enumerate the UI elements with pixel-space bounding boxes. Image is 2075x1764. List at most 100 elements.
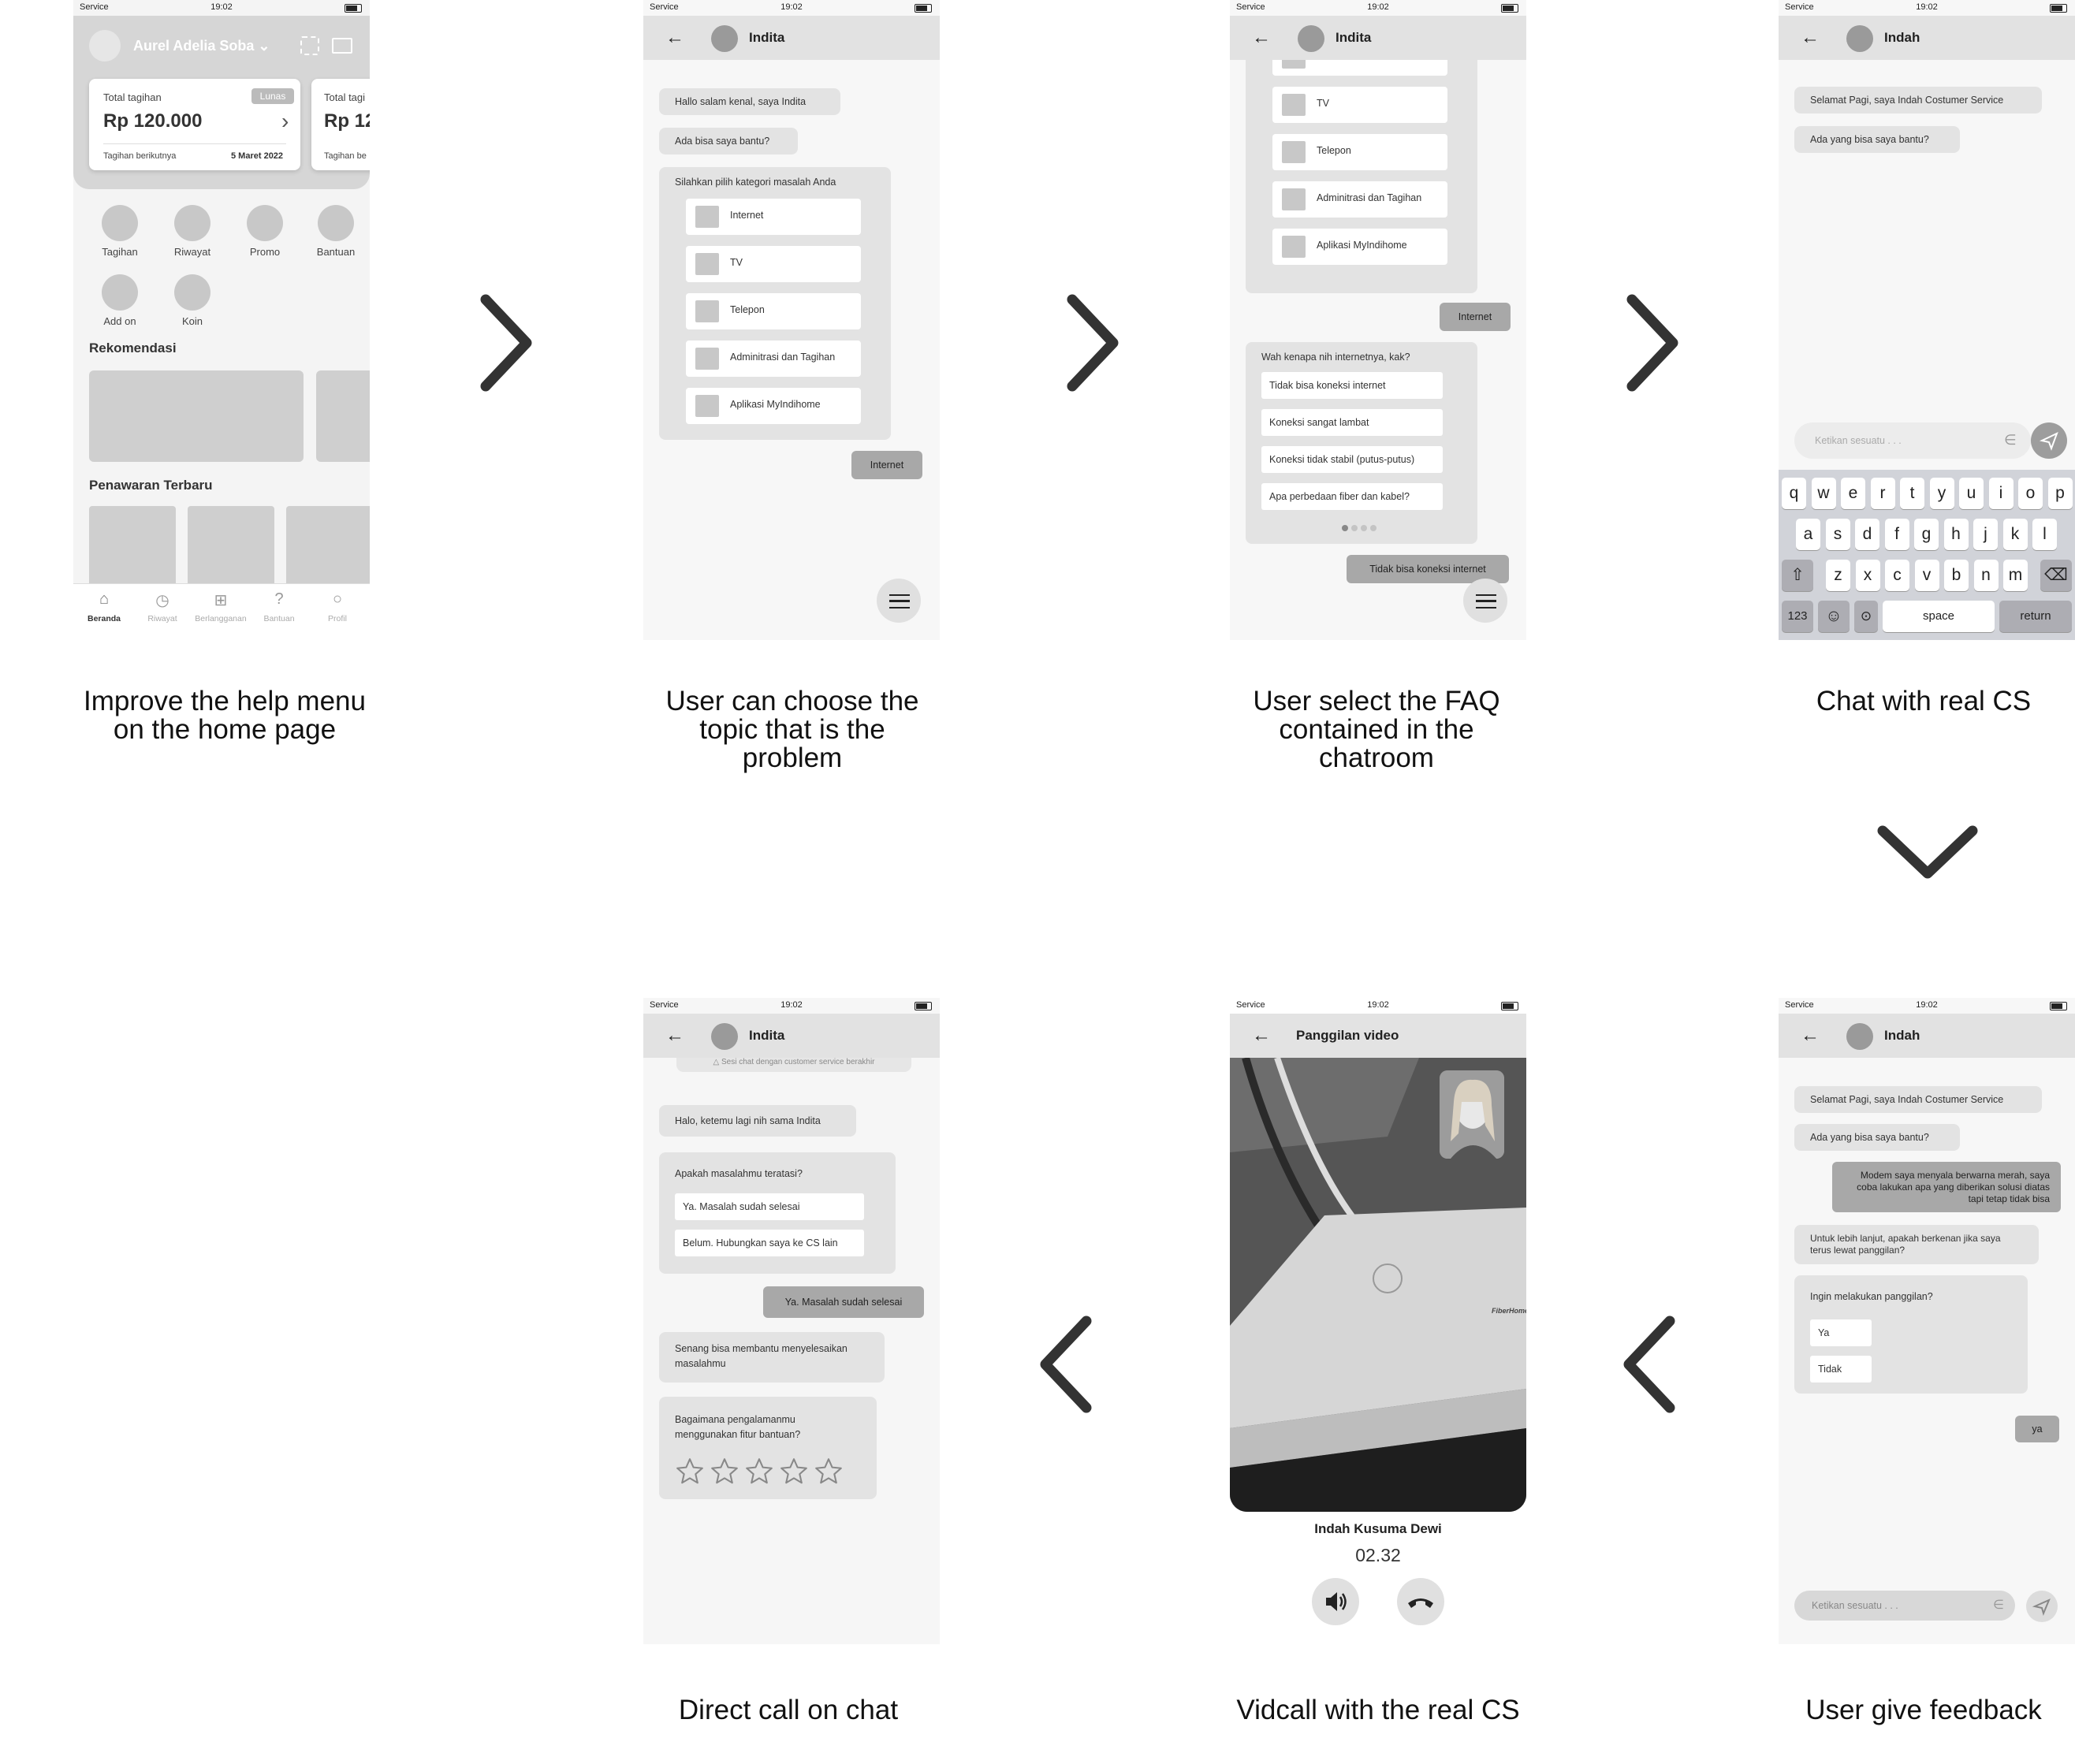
menu-button[interactable] [877,579,921,623]
emoji-key-icon[interactable]: ☺ [1818,601,1850,632]
key-z[interactable]: z [1826,560,1850,591]
key-b[interactable]: b [1944,560,1969,591]
key-c[interactable]: c [1885,560,1909,591]
pagination-dot[interactable] [1342,525,1348,531]
chevron-right-icon[interactable]: › [281,109,289,134]
menu-item-tagihan[interactable]: Tagihan [94,203,144,266]
category-option[interactable]: Adminitrasi dan Tagihan [686,341,861,377]
key-j[interactable]: j [1973,519,1998,550]
back-arrow-icon[interactable]: ← [1801,27,1820,49]
key-123[interactable]: 123 [1782,601,1813,632]
star-icon[interactable] [710,1457,739,1487]
avatar[interactable] [89,30,121,61]
key-p[interactable]: p [2047,478,2073,509]
menu-item-koin[interactable]: Koin [166,273,217,336]
pagination-dot[interactable] [1361,525,1367,531]
key-g[interactable]: g [1914,519,1939,550]
bill-card[interactable]: Total tagihan Lunas Rp 120.000 › Tagihan… [89,79,300,170]
attachment-icon[interactable]: ∈ [1993,1597,2004,1613]
self-view[interactable] [1440,1070,1504,1159]
nav-item-riwayat[interactable]: ◷ Riwayat [135,590,190,635]
pagination-dot[interactable] [1370,525,1377,531]
key-h[interactable]: h [1943,519,1969,550]
end-call-button[interactable] [1397,1578,1444,1625]
category-option[interactable]: Internet [686,199,861,235]
mail-icon[interactable] [332,38,352,54]
category-option[interactable]: TV [1272,87,1447,123]
mic-key-icon[interactable]: ⊙ [1854,601,1878,632]
key-y[interactable]: y [1929,478,1954,509]
menu-item-bantuan[interactable]: Bantuan [310,203,360,266]
star-icon[interactable] [814,1457,844,1487]
key-f[interactable]: f [1884,519,1909,550]
pagination-dot[interactable] [1351,525,1358,531]
back-arrow-icon[interactable]: ← [665,1025,684,1047]
option-solved[interactable]: Ya. Masalah sudah selesai [675,1193,864,1220]
nav-item-berlangganan[interactable]: ⊞ Berlangganan [193,590,248,635]
space-key[interactable]: space [1883,601,1995,632]
key-o[interactable]: o [2018,478,2043,509]
category-option[interactable]: Adminitrasi dan Tagihan [1272,181,1447,218]
speaker-button[interactable] [1312,1578,1359,1625]
user-name[interactable]: Aurel Adelia Soba ⌄ [133,38,270,54]
key-w[interactable]: w [1811,478,1836,509]
back-arrow-icon[interactable]: ← [665,27,684,49]
menu-item-add-on[interactable]: Add on [94,273,144,336]
category-option[interactable]: Telepon [1272,134,1447,170]
backspace-key-icon[interactable]: ⌫ [2040,560,2072,591]
shift-key-icon[interactable]: ⇧ [1782,560,1813,591]
back-arrow-icon[interactable]: ← [1252,1025,1271,1047]
message-input[interactable]: Ketikan sesuatu . . . ∈ [1794,1591,2015,1621]
faq-option[interactable]: Tidak bisa koneksi internet [1261,372,1443,399]
key-n[interactable]: n [1973,560,1999,591]
nav-item-profil[interactable]: ○ Profil [310,590,365,635]
star-icon[interactable] [744,1457,774,1487]
attachment-icon[interactable]: ∈ [2004,432,2017,448]
option-yes[interactable]: Ya [1810,1319,1872,1346]
message-input[interactable]: Ketikan sesuatu . . . ∈ [1794,422,2031,459]
reco-banner-2[interactable] [316,370,370,462]
return-key[interactable]: return [1999,601,2072,632]
key-d[interactable]: d [1855,519,1879,550]
key-i[interactable]: i [1988,478,2014,509]
bill-card-2[interactable]: Total tagi Rp 12 Tagihan be [311,79,370,170]
offer-card[interactable] [188,506,274,593]
menu-item-promo[interactable]: Promo [239,203,289,266]
back-arrow-icon[interactable]: ← [1801,1025,1820,1047]
faq-option[interactable]: Apa perbedaan fiber dan kabel? [1261,483,1443,510]
nav-item-bantuan[interactable]: ? Bantuan [251,590,307,635]
key-s[interactable]: s [1825,519,1850,550]
send-button[interactable] [2031,422,2067,459]
menu-item-riwayat[interactable]: Riwayat [166,203,217,266]
category-option[interactable]: TV [686,246,861,282]
option-no[interactable]: Tidak [1810,1356,1872,1383]
star-icon[interactable] [779,1457,809,1487]
category-option[interactable]: Aplikasi MyIndihome [686,388,861,424]
star-icon[interactable] [675,1457,705,1487]
scan-icon[interactable] [300,36,319,55]
key-r[interactable]: r [1870,478,1895,509]
key-q[interactable]: q [1782,478,1806,509]
key-t[interactable]: t [1900,478,1924,509]
key-v[interactable]: v [1914,560,1939,591]
nav-item-beranda[interactable]: ⌂ Beranda [76,590,132,635]
faq-option[interactable]: Koneksi tidak stabil (putus-putus) [1261,446,1443,473]
key-e[interactable]: e [1841,478,1865,509]
option-not-solved[interactable]: Belum. Hubungkan saya ke CS lain [675,1230,864,1256]
offer-card[interactable] [89,506,176,593]
back-arrow-icon[interactable]: ← [1252,27,1271,49]
key-u[interactable]: u [1959,478,1984,509]
send-button[interactable] [2026,1591,2058,1622]
faq-option[interactable]: Koneksi sangat lambat [1261,409,1443,436]
category-option[interactable]: Aplikasi MyIndihome [1272,229,1447,265]
key-k[interactable]: k [2002,519,2028,550]
reco-banner[interactable] [89,370,304,462]
key-m[interactable]: m [2003,560,2028,591]
key-a[interactable]: a [1796,519,1820,550]
agent-avatar [1298,25,1324,52]
category-option[interactable]: Telepon [686,293,861,329]
offer-card[interactable] [286,506,370,593]
key-x[interactable]: x [1855,560,1880,591]
key-l[interactable]: l [2032,519,2057,550]
menu-button[interactable] [1463,579,1507,623]
